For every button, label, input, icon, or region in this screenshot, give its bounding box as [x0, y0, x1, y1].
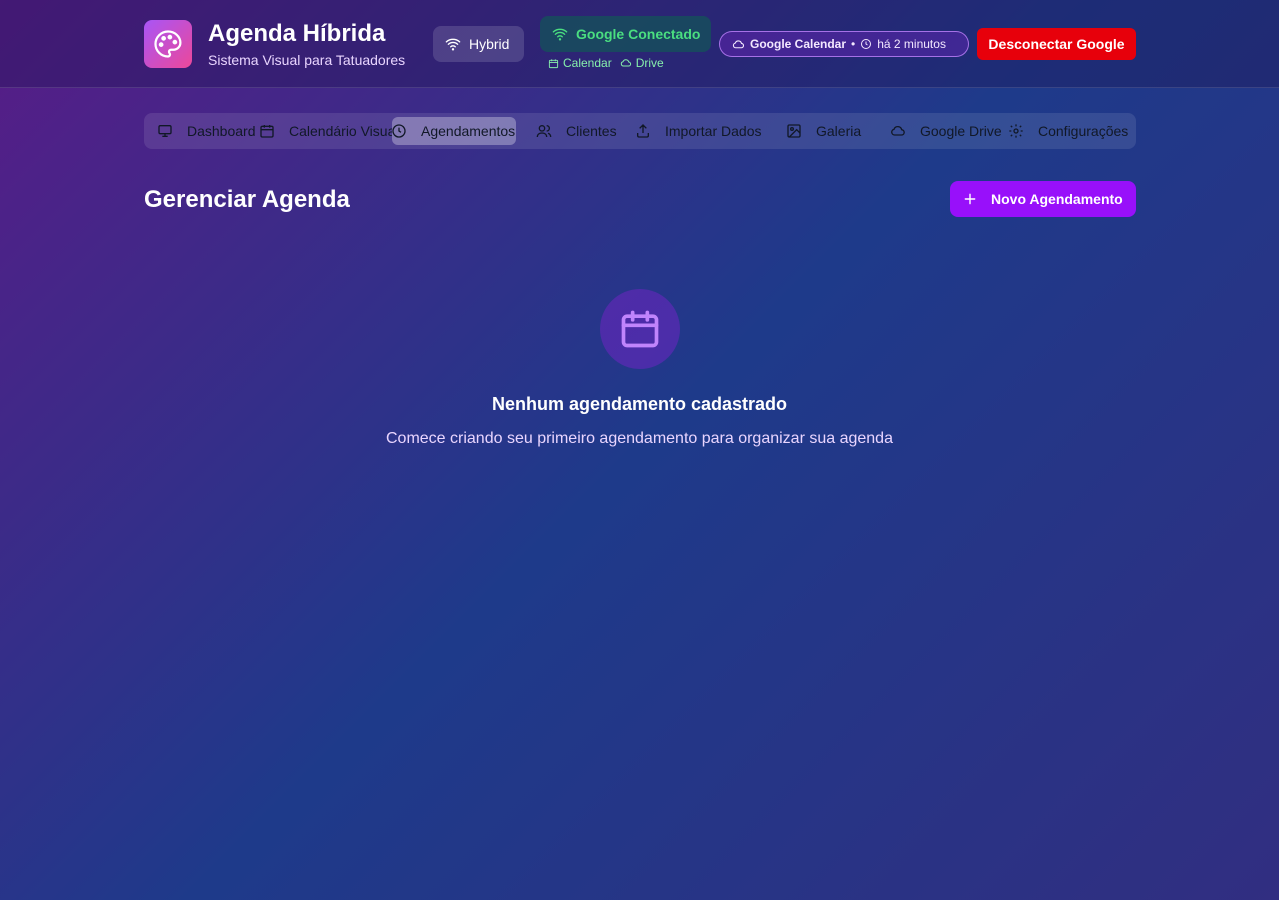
tab-label: Calendário Visual	[289, 123, 392, 139]
image-icon	[786, 123, 802, 139]
new-appointment-label: Novo Agendamento	[991, 191, 1123, 207]
google-status-badge: Google Conectado	[540, 16, 711, 52]
tab-label: Google Drive	[920, 123, 1002, 139]
tab-label: Importar Dados	[665, 123, 762, 139]
sync-status-pill: Google Calendar • há 2 minutos	[719, 31, 969, 57]
sync-separator: •	[851, 37, 856, 51]
disconnect-google-button[interactable]: Desconectar Google	[977, 28, 1136, 60]
cloud-icon	[890, 123, 906, 139]
empty-state-calendar-icon	[600, 289, 680, 369]
app-header: Agenda Híbrida Sistema Visual para Tatua…	[0, 0, 1279, 88]
tab-agendamentos[interactable]: Agendamentos	[391, 117, 515, 145]
google-services: Calendar Drive	[548, 56, 664, 70]
monitor-icon	[157, 123, 173, 139]
tab-galeria[interactable]: Galeria	[786, 117, 861, 145]
users-icon	[536, 123, 552, 139]
tab-label: Configurações	[1038, 123, 1129, 139]
tab-label: Galeria	[816, 123, 862, 139]
service-drive-label: Drive	[635, 56, 664, 70]
service-calendar-label: Calendar	[563, 56, 612, 70]
page-title: Gerenciar Agenda	[144, 186, 350, 213]
cloud-icon	[732, 38, 745, 51]
empty-state-description: Comece criando seu primeiro agendamento …	[386, 430, 893, 447]
calendar-icon	[548, 58, 559, 69]
upload-icon	[635, 123, 651, 139]
clock-icon	[860, 38, 872, 50]
new-appointment-button[interactable]: Novo Agendamento	[950, 181, 1136, 217]
empty-state-title: Nenhum agendamento cadastrado	[491, 394, 788, 414]
calendar-icon	[259, 123, 275, 139]
tab-label: Clientes	[566, 123, 617, 139]
app-subtitle: Sistema Visual para Tatuadores	[208, 52, 406, 68]
cloud-icon	[620, 57, 632, 69]
main-tabs: Dashboard Calendário Visual Agendamentos…	[144, 113, 1136, 149]
google-status-label: Google Conectado	[576, 26, 701, 42]
service-calendar: Calendar	[548, 56, 612, 70]
app-title: Agenda Híbrida	[208, 20, 386, 47]
last-sync-time: há 2 minutos	[877, 37, 946, 51]
sync-service: Google Calendar	[750, 37, 847, 51]
mode-badge-label: Hybrid	[469, 36, 510, 52]
plus-icon	[963, 192, 977, 206]
tab-google-drive[interactable]: Google Drive	[890, 117, 1002, 145]
gear-icon	[1008, 123, 1024, 139]
palette-icon	[144, 20, 192, 68]
tab-calendario-visual[interactable]: Calendário Visual	[259, 117, 392, 145]
clock-icon	[391, 123, 407, 139]
service-drive: Drive	[620, 56, 664, 70]
tab-label: Agendamentos	[421, 123, 516, 139]
wifi-icon	[445, 36, 461, 52]
tab-clientes[interactable]: Clientes	[536, 117, 617, 145]
mode-badge[interactable]: Hybrid	[433, 26, 524, 62]
tab-configuracoes[interactable]: Configurações	[1008, 117, 1128, 145]
tab-dashboard[interactable]: Dashboard	[157, 117, 256, 145]
tab-label: Dashboard	[187, 123, 256, 139]
wifi-icon	[552, 26, 568, 42]
tab-importar-dados[interactable]: Importar Dados	[635, 117, 761, 145]
